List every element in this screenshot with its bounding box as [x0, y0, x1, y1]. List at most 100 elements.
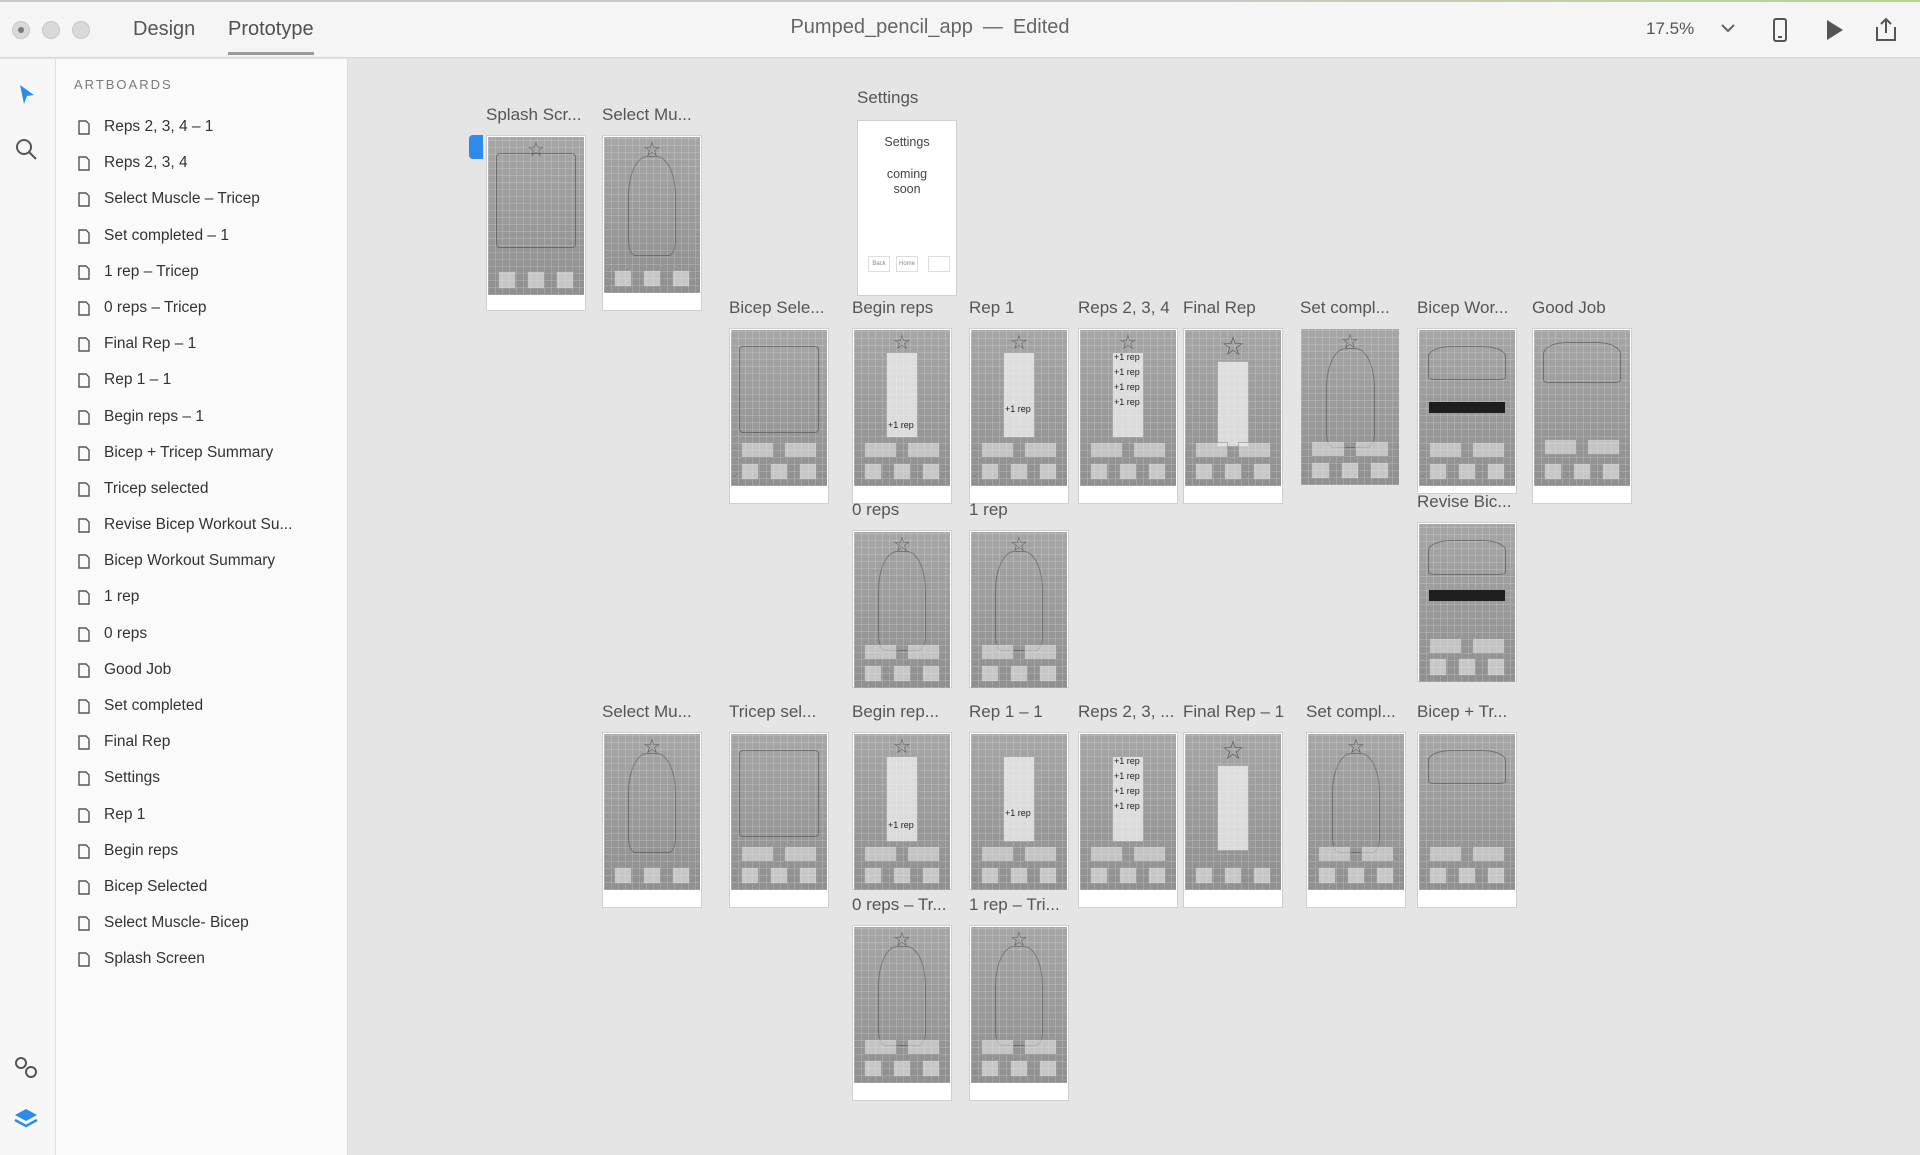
- artboard-1-rep-tricep[interactable]: 1 rep – Tri... ☆: [969, 895, 1069, 1101]
- artboard-list-item[interactable]: Final Rep – 1: [56, 326, 348, 362]
- select-arrow-icon[interactable]: [12, 81, 40, 109]
- canvas[interactable]: Splash Scr... ☆ Select Mu... ☆ Settings …: [349, 59, 1920, 1155]
- sketch-image: [731, 734, 827, 890]
- artboard-splash[interactable]: Splash Scr... ☆: [486, 105, 586, 311]
- artboard-list-item[interactable]: Settings: [56, 760, 348, 796]
- artboard-list-item[interactable]: Final Rep: [56, 724, 348, 760]
- artboard-reps-2-3-4[interactable]: Reps 2, 3, 4 ☆ +1 rep +1 rep +1 rep +1 r…: [1078, 298, 1178, 504]
- page-icon: [78, 626, 90, 642]
- artboard-0-reps[interactable]: 0 reps ☆: [852, 500, 952, 688]
- sketch-shape: [495, 152, 577, 248]
- artboard-select-muscle-bicep[interactable]: Select Mu... ☆: [602, 105, 702, 311]
- artboard-rep-1-1[interactable]: Rep 1 – 1 +1 rep: [969, 702, 1069, 890]
- artboard-bicep-workout-summary[interactable]: Bicep Wor...: [1417, 298, 1517, 494]
- artboard-tricep-selected[interactable]: Tricep sel...: [729, 702, 829, 908]
- artboard-list-label: Select Muscle – Tricep: [104, 190, 260, 208]
- artboard-list: Reps 2, 3, 4 – 1 Reps 2, 3, 4 Select Muscl…: [56, 109, 348, 978]
- sketch-rep-column: [1111, 755, 1145, 842]
- artboard-select-muscle-tricep[interactable]: Select Mu... ☆: [602, 702, 702, 908]
- artboard-list-item[interactable]: Bicep + Tricep Summary: [56, 435, 348, 471]
- sketch-rep-column: [1002, 351, 1036, 438]
- artboard-list-item[interactable]: Rep 1 – 1: [56, 362, 348, 398]
- sketch-image: +1 rep: [971, 734, 1067, 890]
- artboard-list-label: Begin reps: [104, 841, 179, 859]
- artboard-frame: ☆: [486, 135, 586, 311]
- page-icon: [78, 590, 90, 606]
- plus-one-rep-text: +1 rep: [1114, 801, 1140, 811]
- sketch-buttons: [1543, 439, 1621, 455]
- artboard-list-item[interactable]: Reps 2, 3, 4: [56, 145, 348, 181]
- artboard-set-completed[interactable]: Set compl... ☆: [1300, 298, 1400, 504]
- artboard-begin-reps-1[interactable]: Begin rep... ☆ +1 rep: [852, 702, 952, 890]
- share-icon[interactable]: [1872, 16, 1900, 44]
- artboard-begin-reps[interactable]: Begin reps ☆ +1 rep: [852, 298, 952, 504]
- sketch-buttons: [1089, 442, 1167, 458]
- artboard-rep-1[interactable]: Rep 1 ☆ +1 rep: [969, 298, 1069, 504]
- artboard-list-item[interactable]: Bicep Workout Summary: [56, 543, 348, 579]
- artboard-label: Bicep Sele...: [729, 298, 825, 317]
- artboard-list-item[interactable]: Reps 2, 3, 4 – 1: [56, 109, 348, 145]
- settings-title: Settings: [884, 135, 930, 149]
- page-icon: [78, 156, 90, 171]
- sketch-nav: [1317, 866, 1395, 884]
- artboard-final-rep[interactable]: Final Rep ☆: [1183, 298, 1283, 504]
- sketch-rep-column: [1111, 351, 1145, 438]
- artboard-label: Tricep sel...: [729, 702, 817, 721]
- artboard-list-item[interactable]: 1 rep: [56, 579, 348, 615]
- artboard-final-rep-1[interactable]: Final Rep – 1 ☆: [1183, 702, 1284, 908]
- artboard-list-label: Revise Bicep Workout Su...: [104, 516, 293, 534]
- sketch-nav: [1310, 461, 1390, 479]
- artboard-revise-bicep[interactable]: Revise Bic...: [1417, 492, 1517, 682]
- artboard-list-item[interactable]: Rep 1: [56, 797, 348, 833]
- page-icon: [78, 518, 90, 533]
- star-icon: ☆: [1010, 332, 1028, 355]
- symbols-icon[interactable]: [12, 1053, 40, 1081]
- artboard-list-item[interactable]: Begin reps: [56, 833, 348, 869]
- artboard-list-item[interactable]: Set completed: [56, 688, 348, 724]
- artboard-0-reps-tricep[interactable]: 0 reps – Tr... ☆: [852, 895, 952, 1101]
- sketch-image: ☆: [488, 137, 584, 295]
- sketch-shape: [738, 345, 820, 433]
- artboard-list-item[interactable]: Revise Bicep Workout Su...: [56, 507, 348, 543]
- search-icon[interactable]: [12, 135, 40, 163]
- page-icon: [78, 735, 90, 750]
- sketch-shape: [878, 945, 926, 1046]
- panel-heading: ARTBOARDS: [74, 77, 173, 92]
- artboard-set-completed-1[interactable]: Set compl... ☆: [1306, 702, 1406, 908]
- artboard-list-item[interactable]: 0 reps – Tricep: [56, 290, 348, 326]
- chevron-down-icon[interactable]: [1718, 18, 1738, 38]
- artboard-label: Select Mu...: [602, 702, 692, 721]
- play-icon[interactable]: [1820, 16, 1848, 44]
- artboard-settings[interactable]: Settings Settings coming soon Back Home: [857, 88, 957, 296]
- sketch-nav: [1194, 462, 1272, 480]
- device-preview-icon[interactable]: [1766, 16, 1794, 44]
- plus-one-rep-text: +1 rep: [888, 420, 914, 430]
- artboard-reps-2-3-4-1[interactable]: Reps 2, 3, ... +1 rep +1 rep +1 rep +1 r…: [1078, 702, 1178, 908]
- star-icon: ☆: [1221, 735, 1245, 766]
- artboard-frame: [1532, 328, 1632, 504]
- zoom-level[interactable]: 17.5%: [1646, 19, 1694, 39]
- artboard-1-rep[interactable]: 1 rep ☆: [969, 500, 1069, 688]
- artboard-list-item[interactable]: Good Job: [56, 652, 348, 688]
- plus-one-rep-text: +1 rep: [1114, 786, 1140, 796]
- artboard-label: Set compl...: [1306, 702, 1396, 721]
- page-icon: [78, 445, 90, 461]
- artboard-list-item[interactable]: Bicep Selected: [56, 869, 348, 905]
- layers-icon[interactable]: [12, 1105, 40, 1133]
- artboard-bicep-tricep-summary[interactable]: Bicep + Tr...: [1417, 702, 1517, 908]
- artboard-bicep-selected[interactable]: Bicep Sele...: [729, 298, 829, 504]
- page-icon: [78, 880, 90, 895]
- artboard-list-item[interactable]: Splash Screen: [56, 941, 348, 977]
- sketch-buttons: [1428, 846, 1506, 862]
- artboard-list-item[interactable]: 0 reps: [56, 616, 348, 652]
- artboard-list-item[interactable]: Select Muscle – Tricep: [56, 181, 348, 217]
- artboard-list-item[interactable]: 1 rep – Tricep: [56, 254, 348, 290]
- artboard-list-label: Final Rep: [104, 733, 171, 751]
- artboard-list-item[interactable]: Select Muscle- Bicep: [56, 905, 348, 941]
- artboard-list-item[interactable]: Set completed – 1: [56, 218, 348, 254]
- sketch-buttons: [1428, 442, 1506, 458]
- artboard-list-item[interactable]: Begin reps – 1: [56, 399, 348, 435]
- artboard-list-item[interactable]: Tricep selected: [56, 471, 348, 507]
- artboard-good-job[interactable]: Good Job: [1532, 298, 1632, 504]
- sketch-image: ☆: [971, 927, 1067, 1083]
